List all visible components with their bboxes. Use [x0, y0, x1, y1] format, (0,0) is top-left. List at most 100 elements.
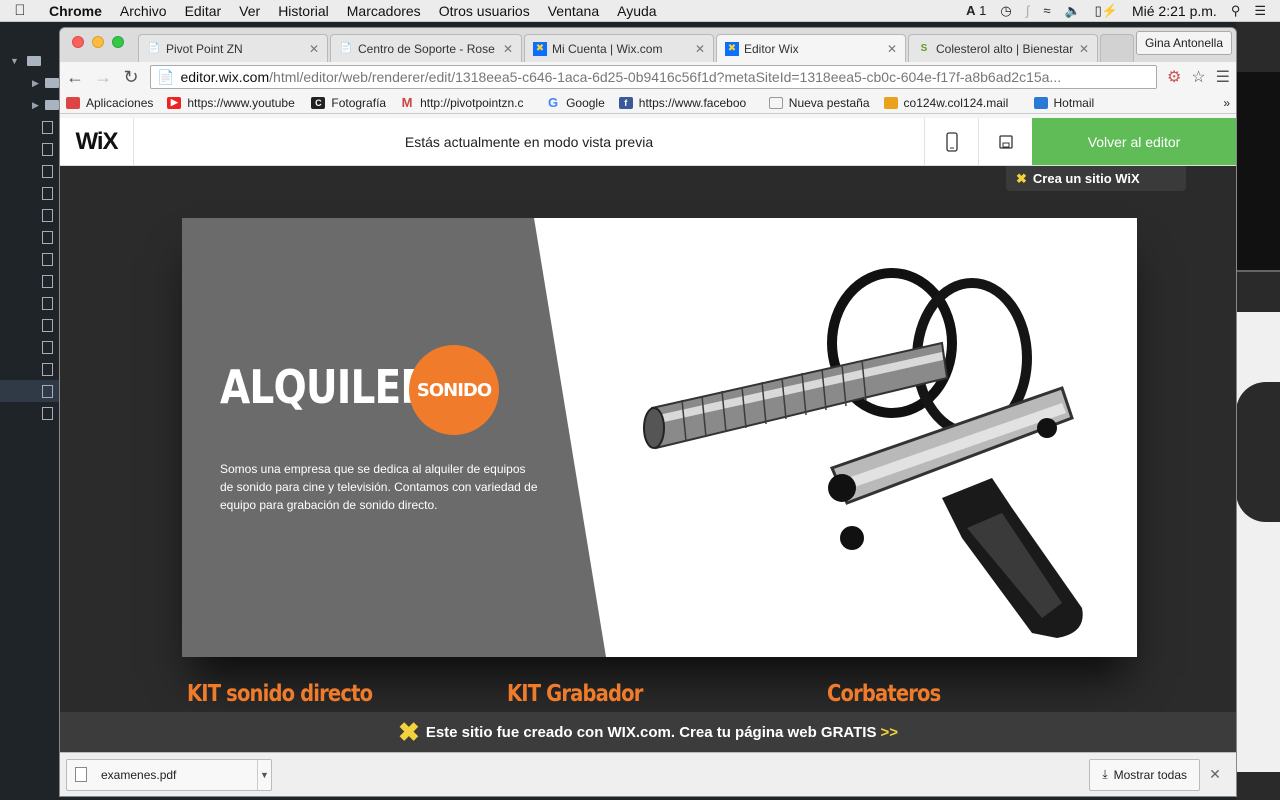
profile-button[interactable]: Gina Antonella [1135, 31, 1232, 55]
facebook-icon: f [618, 96, 633, 109]
bookmark-pivotpoint[interactable]: Mhttp://pivotpointzn.c [400, 95, 532, 110]
bookmark-fotografia[interactable]: C Fotografía [311, 96, 386, 110]
background-folder: ▶ [0, 72, 60, 94]
bookmark-google[interactable]: G Google [546, 95, 605, 110]
volume-icon[interactable]: 🔈 [1064, 3, 1080, 19]
notification-center-icon[interactable]: ☰ [1254, 3, 1266, 19]
background-file [0, 248, 60, 270]
background-file-selected [0, 380, 60, 402]
tab-close-icon[interactable]: ✕ [887, 42, 897, 56]
download-filename: examenes.pdf [101, 767, 177, 782]
minimize-window-button[interactable] [92, 36, 104, 48]
tab-pivot-point[interactable]: 📄 Pivot Point ZN ✕ [138, 34, 328, 62]
background-image-fragment [1236, 382, 1280, 522]
background-file [0, 402, 60, 424]
tab-close-icon[interactable]: ✕ [1079, 42, 1089, 56]
page-icon: S [920, 43, 928, 54]
page-info-icon[interactable]: 📄 [157, 69, 174, 86]
background-folder: ▶ [0, 94, 60, 116]
tab-colesterol[interactable]: S Colesterol alto | Bienestar ✕ [908, 34, 1098, 62]
download-menu-chevron-icon[interactable]: ▼ [257, 759, 271, 790]
background-file [0, 138, 60, 160]
menu-ayuda[interactable]: Ayuda [608, 3, 665, 19]
bluetooth-icon[interactable]: ∫ [1026, 3, 1030, 18]
section-kit-grabador[interactable]: KIT Grabador [507, 681, 643, 707]
bookmark-hotmail[interactable]: Hotmail [1033, 96, 1094, 110]
section-corbateros[interactable]: Corbateros [827, 681, 941, 707]
bookmark-aplicaciones[interactable]: Aplicaciones [66, 96, 153, 110]
tab-title: Pivot Point ZN [166, 41, 243, 56]
bookmark-nueva-pestana[interactable]: Nueva pestaña [768, 96, 870, 110]
tab-title: Colesterol alto | Bienestar [936, 41, 1073, 56]
wix-ad-text: Este sitio fue creado con WIX.com. Crea … [425, 723, 877, 741]
section-kit-sonido-directo[interactable]: KIT sonido directo [187, 681, 373, 707]
page-icon [768, 96, 783, 109]
background-file [0, 182, 60, 204]
tab-centro-soporte[interactable]: 📄 Centro de Soporte - Rose ✕ [330, 34, 522, 62]
bookmark-star-icon[interactable]: ☆ [1191, 67, 1205, 87]
menu-ver[interactable]: Ver [230, 3, 269, 19]
adobe-icon[interactable]: A 1 [966, 3, 986, 18]
spotlight-search-icon[interactable]: ⚲ [1231, 3, 1241, 19]
create-site-badge[interactable]: ✖ Crea un sitio WiX [1006, 166, 1186, 191]
apple-menu-icon[interactable]:  [0, 2, 40, 19]
tab-mi-cuenta-wix[interactable]: ✖ Mi Cuenta | Wix.com ✕ [524, 34, 714, 62]
preview-mode-message: Estás actualmente en modo vista previa [404, 133, 654, 150]
wix-star-icon: ✖ [1016, 170, 1027, 186]
page-icon: 📄 [339, 43, 353, 54]
tab-close-icon[interactable]: ✕ [309, 42, 319, 56]
maximize-window-button[interactable] [112, 36, 124, 48]
save-disk-icon [998, 134, 1013, 149]
bookmark-label: Fotografía [331, 95, 387, 110]
bookmarks-overflow-icon[interactable]: » [1223, 96, 1230, 110]
mobile-view-button[interactable] [924, 118, 978, 165]
close-downloads-icon[interactable]: ✕ [1200, 766, 1230, 783]
menubar-clock[interactable]: Mié 2:21 p.m. [1132, 3, 1217, 19]
time-machine-icon[interactable]: ◷ [1000, 3, 1011, 19]
tab-editor-wix[interactable]: ✖ Editor Wix ✕ [716, 34, 906, 62]
bookmark-col124-mail[interactable]: co124w.col124.mail [883, 96, 1020, 110]
wix-icon: ✖ [533, 41, 547, 56]
wix-logo[interactable]: WiX [60, 118, 134, 165]
menu-archivo[interactable]: Archivo [111, 3, 176, 19]
wix-icon: ✖ [725, 41, 739, 56]
back-arrow-icon[interactable]: ← [66, 67, 84, 88]
bookmark-youtube[interactable]: ▶ https://www.youtube [167, 96, 297, 110]
pdf-file-icon [75, 767, 87, 782]
wix-ad-footer[interactable]: ✖ Este sitio fue creado con WIX.com. Cre… [60, 712, 1236, 752]
bookmark-label: https://www.youtube [187, 95, 295, 110]
bookmark-label: Google [566, 95, 605, 110]
address-path: /html/editor/web/renderer/edit/1318eea5-… [269, 69, 1062, 85]
chrome-menu-icon[interactable]: ☰ [1216, 67, 1230, 87]
menu-marcadores[interactable]: Marcadores [338, 3, 430, 19]
tab-close-icon[interactable]: ✕ [503, 42, 513, 56]
close-window-button[interactable] [72, 36, 84, 48]
extension-icon[interactable]: ⚙ [1167, 67, 1181, 87]
mobile-phone-icon [945, 131, 958, 152]
wifi-icon[interactable]: ≈ [1043, 3, 1050, 18]
menu-editar[interactable]: Editar [176, 3, 231, 19]
background-panel [1236, 72, 1280, 272]
background-file [0, 160, 60, 182]
show-all-downloads-button[interactable]: ⤓ Mostrar todas [1089, 758, 1200, 791]
page-icon: 📄 [147, 43, 161, 54]
download-item[interactable]: examenes.pdf ▼ [66, 758, 272, 791]
menu-app-name[interactable]: Chrome [40, 3, 111, 19]
download-arrow-icon: ⤓ [1102, 767, 1108, 781]
forward-arrow-icon[interactable]: → [94, 67, 112, 88]
menu-historial[interactable]: Historial [269, 3, 338, 19]
bookmark-facebook[interactable]: f https://www.faceboo [618, 96, 755, 110]
address-bar[interactable]: 📄 editor.wix.com/html/editor/web/rendere… [150, 65, 1157, 89]
save-button[interactable] [978, 118, 1032, 165]
new-tab-button[interactable] [1100, 34, 1134, 62]
youtube-icon: ▶ [167, 96, 182, 109]
tab-title: Editor Wix [744, 41, 799, 56]
reload-icon[interactable]: ↻ [122, 67, 140, 88]
bookmark-label: http://pivotpointzn.c [420, 95, 524, 110]
menu-ventana[interactable]: Ventana [539, 3, 608, 19]
tab-close-icon[interactable]: ✕ [695, 42, 705, 56]
tab-title: Centro de Soporte - Rose [358, 41, 495, 56]
back-to-editor-button[interactable]: Volver al editor [1032, 118, 1236, 165]
battery-icon[interactable]: ▯⚡ [1095, 3, 1118, 19]
menu-otros-usuarios[interactable]: Otros usuarios [430, 3, 539, 19]
